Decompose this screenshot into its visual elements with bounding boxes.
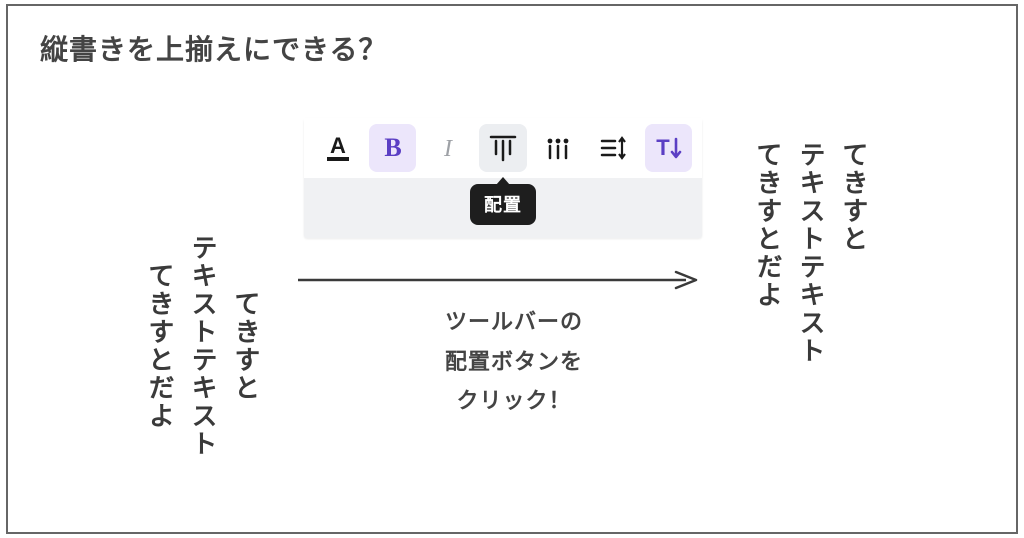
- align-button[interactable]: [479, 124, 526, 172]
- text-color-icon: A: [323, 133, 353, 163]
- caption-line-3: クリック！: [456, 388, 571, 413]
- bold-icon: B: [378, 133, 408, 163]
- list-button[interactable]: [535, 124, 582, 172]
- diagram-frame: 縦書きを上揃えにできる？ てきすと テキストテキスト てきすとだよ てきすと テ…: [6, 4, 1018, 534]
- line-spacing-button[interactable]: [590, 124, 637, 172]
- text-color-button[interactable]: A: [314, 124, 361, 172]
- line-spacing-icon: [597, 132, 629, 164]
- instruction-caption: ツールバーの 配置ボタンを クリック！: [8, 302, 1020, 421]
- toolbar-row: A B I: [304, 118, 702, 178]
- svg-text:B: B: [384, 133, 401, 162]
- list-icon: [542, 132, 574, 164]
- formatting-toolbar: A B I: [304, 118, 702, 238]
- vertical-line-3: てきすとだよ: [750, 141, 787, 309]
- diagram-title: 縦書きを上揃えにできる？: [40, 28, 387, 68]
- vertical-text-button[interactable]: T: [645, 124, 692, 172]
- svg-text:T: T: [657, 135, 671, 160]
- bold-button[interactable]: B: [369, 124, 416, 172]
- vertical-text-icon: T: [652, 132, 684, 164]
- italic-button[interactable]: I: [424, 124, 471, 172]
- svg-text:I: I: [443, 136, 453, 162]
- caption-line-2: 配置ボタンを: [445, 349, 583, 374]
- italic-icon: I: [433, 133, 463, 163]
- arrow-icon: [298, 270, 698, 290]
- caption-line-1: ツールバーの: [445, 309, 583, 334]
- svg-text:A: A: [330, 133, 346, 158]
- vertical-line-1: てきすと: [836, 141, 873, 253]
- align-tooltip: 配置: [470, 184, 536, 225]
- align-icon: [487, 132, 519, 164]
